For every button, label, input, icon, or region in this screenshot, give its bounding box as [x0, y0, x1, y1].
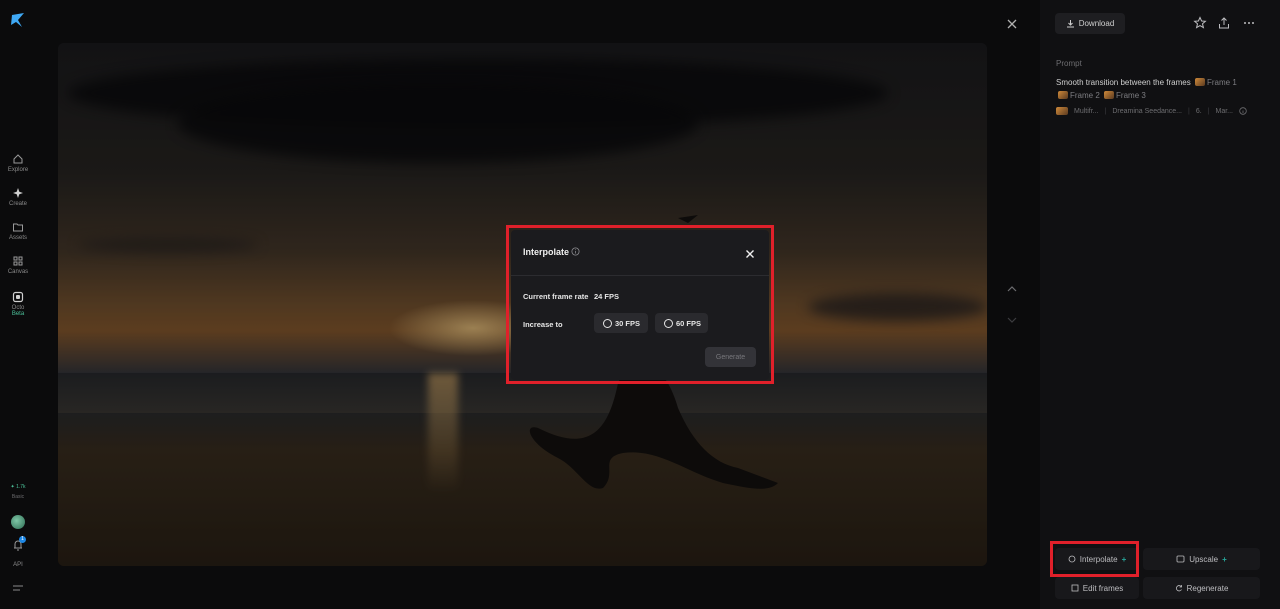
folder-icon	[13, 223, 23, 232]
fps-option-30[interactable]: 30 FPS	[594, 313, 648, 333]
beta-badge: Beta	[11, 311, 25, 317]
frame-thumbnail	[1056, 107, 1068, 115]
sidebar-item-explore[interactable]: Explore	[0, 153, 36, 173]
fps-option-label: 30 FPS	[615, 318, 641, 328]
frame-chip-label: Frame 3	[1116, 91, 1146, 100]
close-icon[interactable]	[744, 248, 756, 260]
menu-icon[interactable]	[12, 584, 24, 594]
share-icon[interactable]	[1217, 16, 1231, 30]
edit-icon	[1071, 584, 1079, 592]
interpolate-label: Interpolate	[1079, 554, 1118, 564]
meta-date: Mar...	[1215, 107, 1234, 115]
upscale-button[interactable]: Upscale +	[1143, 548, 1260, 570]
sidebar-item-label: Create	[8, 201, 27, 207]
sidebar-item-assets[interactable]: Assets	[0, 221, 36, 241]
plus-icon: +	[1222, 554, 1227, 564]
upscale-label: Upscale	[1189, 554, 1219, 564]
frame-chip-label: Frame 2	[1070, 91, 1100, 100]
download-button[interactable]: Download	[1055, 13, 1125, 34]
left-sidebar: Explore Create Assets Canvas Octo Beta ✦…	[0, 0, 36, 609]
sidebar-item-create[interactable]: Create	[0, 187, 36, 207]
prompt-text: Smooth transition between the frames Fra…	[1056, 76, 1252, 102]
details-panel: Download Prompt Smooth transition betwee…	[1040, 0, 1280, 609]
interpolate-icon	[1068, 555, 1076, 563]
regenerate-button[interactable]: Regenerate	[1143, 577, 1260, 599]
generation-meta: Multifr... | Dreamina Seedance... | 6. |…	[1056, 107, 1266, 115]
prompt-heading: Prompt	[1056, 59, 1082, 68]
more-icon[interactable]	[1242, 16, 1256, 30]
chevron-down-icon[interactable]	[1004, 312, 1020, 328]
sidebar-item-octo[interactable]: Octo Beta	[0, 291, 36, 317]
download-icon	[1066, 20, 1074, 28]
divider	[511, 275, 769, 276]
generate-button[interactable]: Generate	[705, 347, 756, 367]
frame-chip-label: Frame 1	[1206, 78, 1237, 87]
edit-frames-button[interactable]: Edit frames	[1055, 577, 1139, 599]
octo-icon	[12, 291, 24, 303]
meta-duration: 6.	[1195, 107, 1202, 115]
edit-frames-label: Edit frames	[1082, 583, 1124, 593]
fps-option-60[interactable]: 60 FPS	[655, 313, 708, 333]
sparkle-icon	[13, 188, 23, 198]
avatar[interactable]	[11, 515, 25, 529]
credits-indicator[interactable]: ✦ 1.7k Basic	[0, 482, 36, 502]
radio-icon	[664, 318, 673, 328]
meta-mode: Multifr...	[1074, 107, 1099, 115]
info-icon[interactable]	[571, 247, 580, 256]
app-logo-icon[interactable]	[10, 12, 26, 28]
download-label: Download	[1078, 19, 1115, 28]
fps-option-label: 60 FPS	[676, 318, 702, 328]
sidebar-item-label: Assets	[8, 235, 27, 241]
refresh-icon	[1175, 585, 1182, 592]
upscale-icon	[1176, 555, 1185, 563]
home-icon	[13, 154, 23, 164]
info-icon[interactable]	[1239, 107, 1247, 115]
radio-icon	[603, 318, 612, 328]
interpolate-button[interactable]: Interpolate +	[1055, 548, 1139, 570]
plan-label: Basic	[11, 494, 25, 500]
chevron-up-icon[interactable]	[1004, 281, 1020, 297]
frame-chip[interactable]: Frame 3	[1102, 91, 1146, 100]
credits-value: ✦ 1.7k	[10, 484, 26, 490]
star-icon[interactable]	[1193, 16, 1207, 30]
interpolate-dialog: Interpolate Current frame rate 24 FPS In…	[511, 230, 769, 380]
api-link[interactable]: API	[0, 562, 36, 568]
canvas-icon	[13, 256, 23, 266]
increase-to-label: Increase to	[523, 320, 563, 329]
close-icon[interactable]	[1002, 14, 1022, 34]
sidebar-item-label: Explore	[7, 167, 29, 173]
sidebar-item-label: Canvas	[7, 269, 29, 275]
meta-model: Dreamina Seedance...	[1112, 107, 1182, 115]
dialog-title: Interpolate	[523, 247, 570, 257]
plus-icon: +	[1121, 554, 1127, 564]
prompt-body: Smooth transition between the frames	[1056, 78, 1191, 87]
current-frame-rate-label: Current frame rate	[523, 292, 589, 301]
current-frame-rate-value: 24 FPS	[594, 292, 620, 301]
regenerate-label: Regenerate	[1186, 583, 1229, 593]
frame-chip[interactable]: Frame 2	[1056, 91, 1100, 100]
notification-badge: 1	[19, 536, 26, 543]
sidebar-item-canvas[interactable]: Canvas	[0, 255, 36, 275]
frame-chip[interactable]: Frame 1	[1193, 78, 1237, 87]
